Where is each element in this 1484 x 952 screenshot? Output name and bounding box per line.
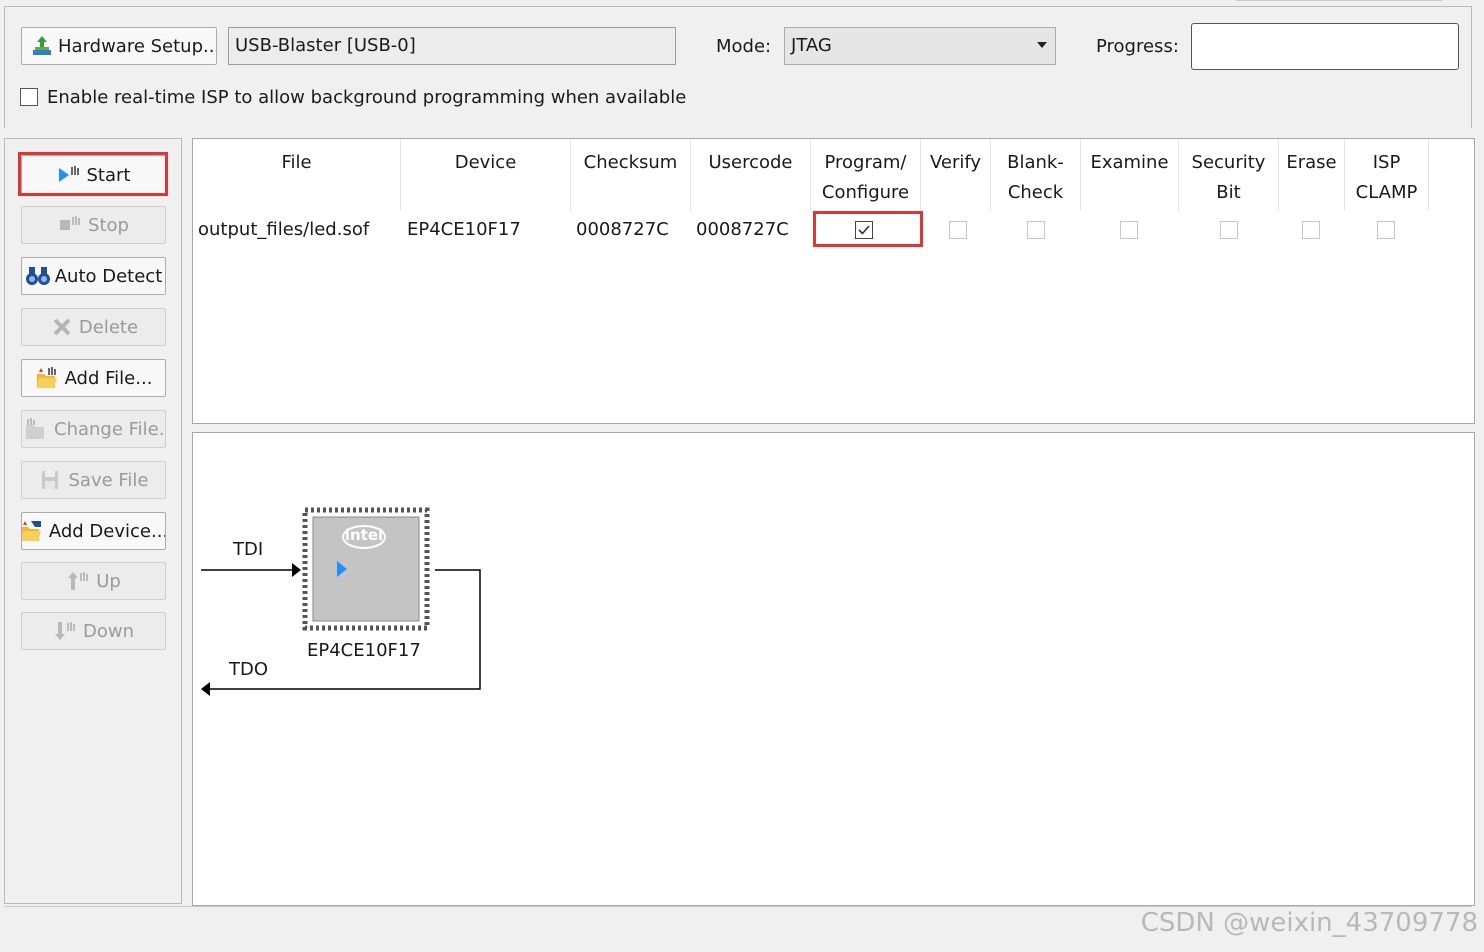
column-header-usercode[interactable]: Usercode <box>691 139 811 211</box>
column-header-isp-line1: ISP <box>1372 152 1401 173</box>
column-header-examine[interactable]: Examine <box>1081 139 1179 211</box>
down-icon <box>53 619 79 643</box>
watermark: CSDN @weixin_43709778 <box>1140 908 1478 938</box>
column-header-blank-line1: Blank- <box>1007 152 1064 173</box>
up-label: Up <box>96 570 121 592</box>
tdo-arrow-icon <box>201 682 210 696</box>
column-header-security-line1: Security <box>1191 152 1266 173</box>
column-header-program-configure[interactable]: Program/ Configure <box>811 139 921 211</box>
column-header-verify-label: Verify <box>929 152 982 173</box>
start-highlight-box <box>18 152 168 196</box>
stop-icon <box>58 213 84 237</box>
mode-label: Mode: <box>716 36 772 57</box>
column-header-program-line2: Configure <box>821 182 910 203</box>
change-file-icon <box>24 417 50 441</box>
program-highlight-box <box>813 211 923 247</box>
isp-checkbox[interactable] <box>20 88 38 106</box>
cell-file: output_files/led.sof <box>198 219 370 240</box>
hardware-setup-button[interactable]: Hardware Setup... <box>21 27 217 65</box>
mode-select[interactable]: JTAG <box>784 27 1056 65</box>
device-table: File Device Checksum Usercode Program/ C… <box>192 138 1475 424</box>
hardware-setup-label: Hardware Setup... <box>58 35 217 57</box>
delete-label: Delete <box>78 316 139 338</box>
up-button[interactable]: Up <box>21 562 166 600</box>
down-button[interactable]: Down <box>21 612 166 650</box>
column-header-checksum-label: Checksum <box>583 152 678 173</box>
isp-checkbox-label: Enable real-time ISP to allow background… <box>47 87 687 108</box>
hardware-setup-icon <box>30 34 54 58</box>
column-header-usercode-label: Usercode <box>708 152 793 173</box>
column-header-blank-check[interactable]: Blank- Check <box>991 139 1081 211</box>
tdi-label: TDI <box>233 539 264 560</box>
add-file-button[interactable]: Add File... <box>21 359 166 397</box>
change-file-label: Change File... <box>54 418 166 440</box>
cell-checksum: 0008727C <box>576 219 669 240</box>
column-header-isp-line2: CLAMP <box>1355 182 1418 203</box>
window-top-rule <box>1236 0 1442 3</box>
column-header-file[interactable]: File <box>193 139 401 211</box>
tdi-arrow-icon <box>292 563 301 577</box>
column-header-erase-label: Erase <box>1286 152 1337 173</box>
column-header-examine-label: Examine <box>1090 152 1169 173</box>
down-label: Down <box>82 620 134 642</box>
chain-diagram <box>201 507 481 696</box>
examine-checkbox[interactable] <box>1120 221 1138 239</box>
up-icon <box>66 569 92 593</box>
mode-value: JTAG <box>791 35 832 56</box>
save-file-label: Save File <box>68 469 149 491</box>
progress-label: Progress: <box>1096 36 1179 57</box>
column-header-security-bit[interactable]: Security Bit <box>1179 139 1279 211</box>
stop-label: Stop <box>88 214 129 236</box>
column-header-file-label: File <box>281 152 312 173</box>
hardware-field[interactable]: USB-Blaster [USB-0] <box>228 27 676 65</box>
cell-usercode: 0008727C <box>696 219 789 240</box>
stop-button[interactable]: Stop <box>21 206 166 244</box>
column-header-isp-clamp[interactable]: ISP CLAMP <box>1345 139 1429 211</box>
chevron-down-icon <box>1037 42 1047 48</box>
auto-detect-button[interactable]: Auto Detect <box>21 257 166 295</box>
tdo-label: TDO <box>229 659 269 680</box>
binoculars-icon <box>25 264 51 288</box>
auto-detect-label: Auto Detect <box>54 265 163 287</box>
delete-button[interactable]: Delete <box>21 308 166 346</box>
save-file-icon <box>38 468 64 492</box>
blank-check-checkbox[interactable] <box>1027 221 1045 239</box>
progress-bar <box>1191 23 1459 70</box>
column-header-erase[interactable]: Erase <box>1279 139 1345 211</box>
add-file-icon <box>35 366 61 390</box>
delete-icon <box>49 315 75 339</box>
cell-device: EP4CE10F17 <box>407 219 521 240</box>
column-header-program-line1: Program/ <box>824 152 907 173</box>
add-device-label: Add Device... <box>48 520 166 542</box>
intel-logo: intel <box>344 526 384 544</box>
column-header-checksum[interactable]: Checksum <box>571 139 691 211</box>
column-header-blank-line2: Check <box>1007 182 1064 203</box>
add-file-label: Add File... <box>64 367 153 389</box>
add-device-button[interactable]: Add Device... <box>21 512 166 550</box>
isp-clamp-checkbox[interactable] <box>1377 221 1395 239</box>
chip-device-label: EP4CE10F17 <box>307 640 421 661</box>
column-header-device[interactable]: Device <box>401 139 571 211</box>
erase-checkbox[interactable] <box>1302 221 1320 239</box>
security-bit-checkbox[interactable] <box>1220 221 1238 239</box>
save-file-button[interactable]: Save File <box>21 461 166 499</box>
column-header-device-label: Device <box>454 152 517 173</box>
column-header-security-line2: Bit <box>1216 182 1241 203</box>
jtag-chain-view: TDI TDO intel EP4CE10F17 <box>192 432 1475 906</box>
verify-checkbox[interactable] <box>949 221 967 239</box>
column-header-verify[interactable]: Verify <box>921 139 991 211</box>
add-device-icon <box>22 519 45 543</box>
change-file-button[interactable]: Change File... <box>21 410 166 448</box>
